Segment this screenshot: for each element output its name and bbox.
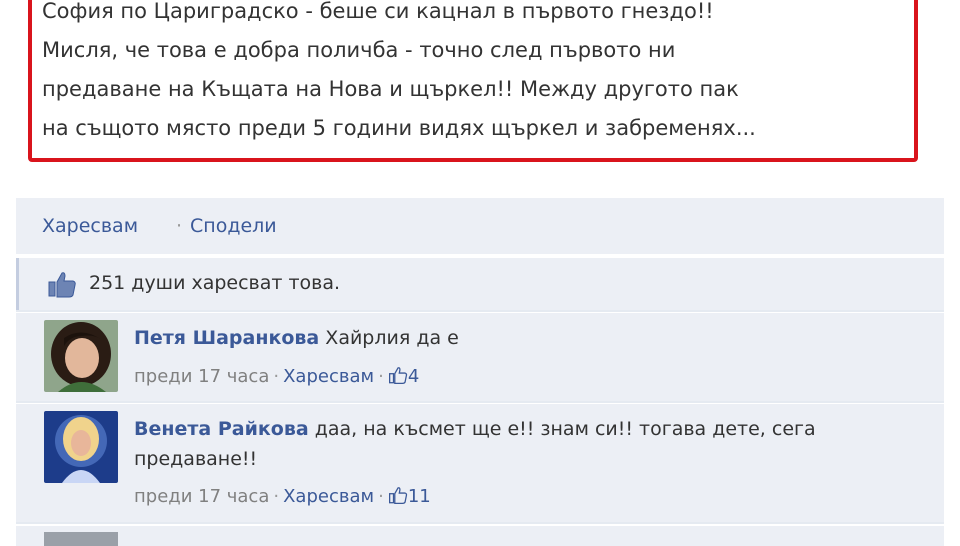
avatar[interactable]: [44, 411, 118, 483]
comment-like-count[interactable]: 4: [408, 366, 419, 387]
divider: [16, 401, 944, 403]
post-line: Мисля, че това е добра поличба - точно с…: [42, 38, 676, 62]
thumbs-up-icon: [388, 486, 408, 507]
comment-time[interactable]: преди 17 часа: [134, 486, 269, 507]
comment-body: Петя Шаранкова Хайрлия да е: [134, 323, 924, 353]
post-line: предаване на Къщата на Нова и щъркел!! М…: [42, 77, 739, 101]
separator: ·: [378, 486, 384, 507]
avatar[interactable]: [44, 320, 118, 392]
comment-meta: преди 17 часа · Харесвам · 4: [134, 366, 419, 387]
post-line: на същото място преди 5 години видях щър…: [42, 116, 756, 140]
comment-meta: преди 17 часа · Харесвам · 11: [134, 486, 431, 507]
comment-item: Петя Шаранкова Хайрлия да е преди 17 час…: [16, 313, 944, 401]
likes-count-text[interactable]: 251 души харесват това.: [89, 272, 340, 294]
separator: ·: [273, 366, 280, 387]
thumbs-up-icon: [388, 366, 408, 387]
post-line: София по Цариградско - беше си кацнал в …: [42, 0, 714, 23]
like-link[interactable]: Харесвам: [42, 215, 138, 237]
likes-summary: 251 души харесват това.: [16, 258, 944, 310]
share-link[interactable]: Сподели: [190, 215, 277, 237]
avatar[interactable]: [44, 532, 118, 546]
separator: ·: [176, 215, 183, 237]
divider: [16, 522, 944, 524]
comment-like-link[interactable]: Харесвам: [283, 366, 374, 387]
post-text: София по Цариградско - беше си кацнал в …: [42, 0, 912, 148]
comment-body: Венета Райкова даа, на късмет ще е!! зна…: [134, 414, 924, 474]
comment-time[interactable]: преди 17 часа: [134, 366, 269, 387]
separator: ·: [378, 366, 384, 387]
comment-author[interactable]: Венета Райкова: [134, 418, 309, 440]
comment-item: Венета Райкова даа, на късмет ще е!! зна…: [16, 404, 944, 522]
separator: ·: [273, 486, 280, 507]
comment-item-partial: [16, 526, 944, 546]
comment-like-link[interactable]: Харесвам: [283, 486, 374, 507]
thumbs-up-icon: [47, 270, 77, 302]
comment-like-count[interactable]: 11: [408, 486, 431, 507]
divider: [16, 310, 944, 312]
comment-author[interactable]: Петя Шаранкова: [134, 327, 319, 349]
post-actions-bar: Харесвам · Сподели: [16, 198, 944, 254]
comment-text: Хайрлия да е: [325, 327, 459, 349]
